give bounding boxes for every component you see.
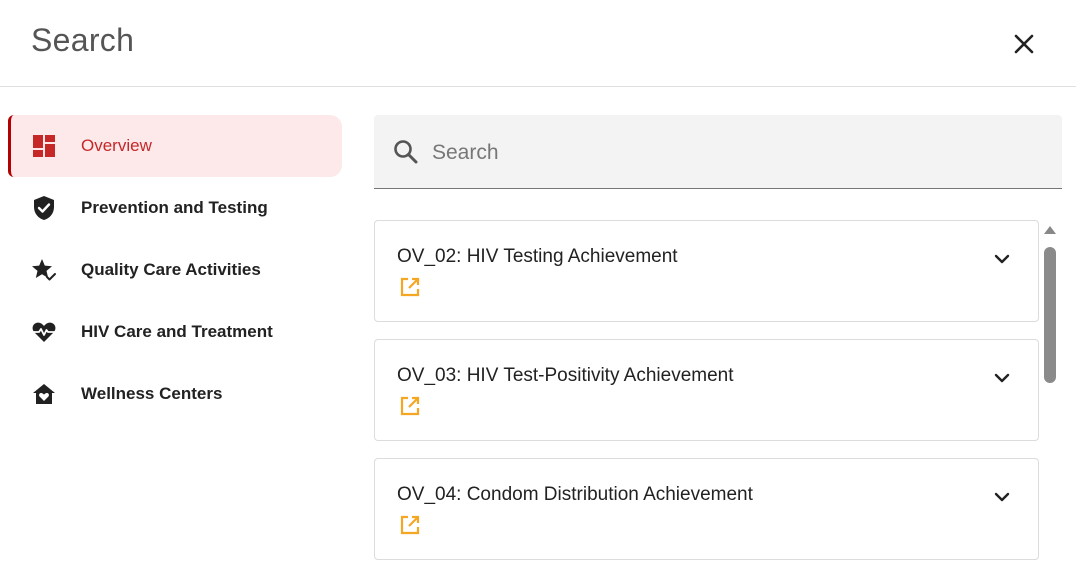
star-check-icon: [31, 257, 57, 283]
modal-header: Search: [0, 0, 1076, 87]
sidebar-item-label: Wellness Centers: [81, 384, 223, 403]
sidebar-item-label: Prevention and Testing: [81, 198, 268, 217]
results-list: OV_02: HIV Testing Achievement OV_03: HI…: [374, 220, 1039, 577]
open-in-new-icon[interactable]: [399, 514, 421, 536]
sidebar-item-hiv-care[interactable]: HIV Care and Treatment: [8, 301, 342, 363]
sidebar-item-overview[interactable]: Overview: [8, 115, 342, 177]
search-input[interactable]: [430, 133, 1034, 173]
shield-check-icon: [31, 195, 57, 221]
scroll-up-arrow-icon[interactable]: [1044, 226, 1056, 234]
open-in-new-icon[interactable]: [399, 395, 421, 417]
sidebar-item-label: HIV Care and Treatment: [81, 322, 273, 341]
open-in-new-icon[interactable]: [399, 276, 421, 298]
sidebar-item-wellness-centers[interactable]: Wellness Centers: [8, 363, 342, 425]
result-title: OV_03: HIV Test-Positivity Achievement: [397, 365, 734, 386]
chevron-down-icon[interactable]: [992, 368, 1012, 388]
result-card[interactable]: OV_04: Condom Distribution Achievement: [374, 458, 1039, 560]
heartbeat-icon: [31, 319, 57, 345]
scrollbar-thumb[interactable]: [1044, 247, 1056, 383]
chevron-down-icon[interactable]: [992, 249, 1012, 269]
close-button[interactable]: [1008, 28, 1040, 60]
sidebar-nav: Overview Prevention and Testing Quality …: [8, 115, 342, 425]
home-heart-icon: [31, 381, 57, 407]
close-icon[interactable]: [1013, 33, 1035, 55]
dashboard-icon: [31, 133, 57, 159]
modal-title: Search: [31, 22, 135, 58]
sidebar-item-quality-care[interactable]: Quality Care Activities: [8, 239, 342, 301]
sidebar-item-prevention-testing[interactable]: Prevention and Testing: [8, 177, 342, 239]
chevron-down-icon[interactable]: [992, 487, 1012, 507]
search-icon: [392, 138, 420, 166]
result-card[interactable]: OV_02: HIV Testing Achievement: [374, 220, 1039, 322]
search-field[interactable]: [374, 115, 1062, 189]
result-card[interactable]: OV_03: HIV Test-Positivity Achievement: [374, 339, 1039, 441]
sidebar-item-label: Quality Care Activities: [81, 260, 261, 279]
result-title: OV_04: Condom Distribution Achievement: [397, 484, 753, 505]
sidebar-item-label: Overview: [81, 136, 152, 155]
result-title: OV_02: HIV Testing Achievement: [397, 246, 678, 267]
results-scrollbar[interactable]: [1041, 222, 1059, 576]
